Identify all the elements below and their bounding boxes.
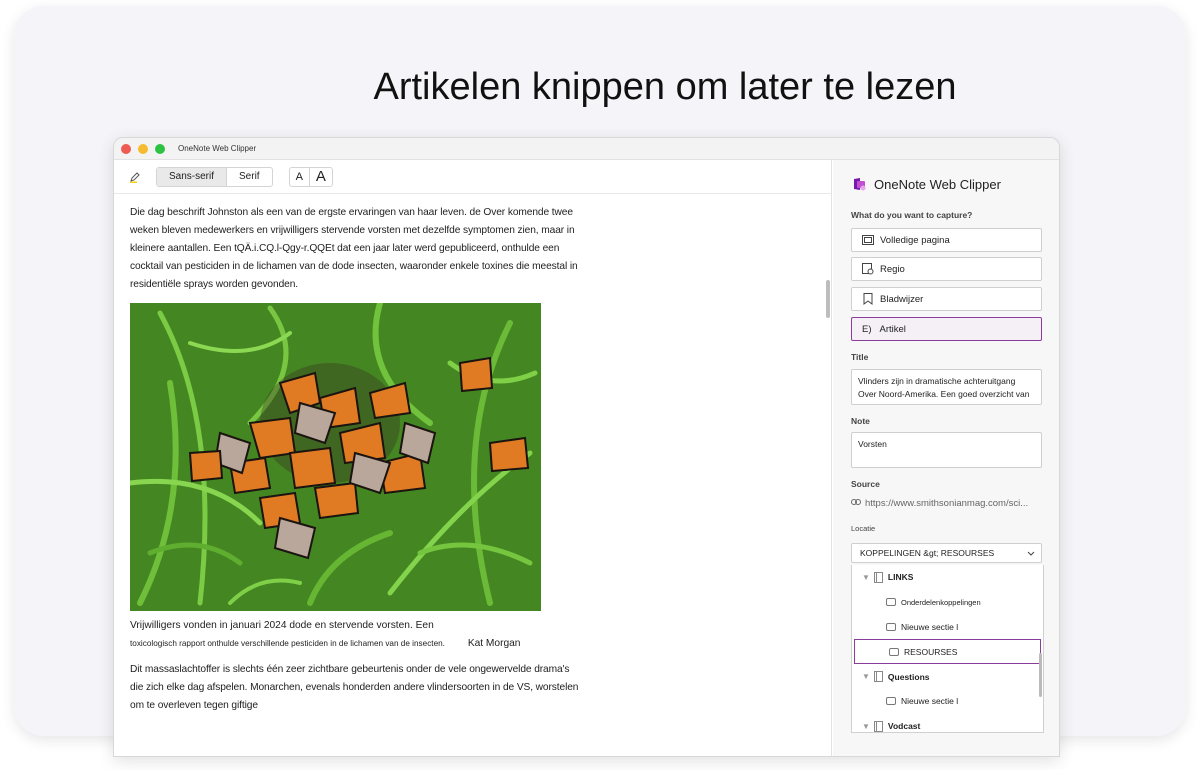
title-field[interactable]: Vlinders zijn in dramatische achteruitga… (851, 369, 1042, 405)
font-toggle: Sans-serif Serif (156, 166, 273, 187)
section-item[interactable]: Onderdelenkoppelingen (852, 590, 1043, 615)
source-url: https://www.smithsonianmag.com/sci... (865, 498, 1029, 509)
article-body: Die dag beschrift Johnston als een van d… (130, 204, 580, 715)
section-item[interactable]: Nieuwe sectie l (852, 689, 1043, 714)
notebook-icon (873, 671, 883, 683)
option-label: Volledige pagina (880, 234, 950, 246)
titlebar: OneNote Web Clipper (114, 138, 1059, 160)
serif-button[interactable]: Serif (227, 168, 272, 186)
link-icon (851, 498, 861, 509)
section-item-resourses[interactable]: RESOURSES (854, 639, 1041, 665)
sans-serif-button[interactable]: Sans-serif (157, 167, 228, 186)
photo-caption: Vrijwilligers vonden in januari 2024 dod… (130, 617, 550, 653)
location-value: KOPPELINGEN &gt; RESOURSES (860, 548, 995, 558)
decrease-font-button[interactable]: A (290, 167, 310, 186)
font-size-toggle: A A (288, 166, 333, 187)
location-dropdown[interactable]: KOPPELINGEN &gt; RESOURSES (851, 543, 1042, 563)
maximize-window-button[interactable] (155, 143, 165, 154)
region-icon (862, 263, 874, 275)
tree-label: Onderdelenkoppelingen (901, 597, 981, 607)
reader-scrollbar[interactable] (826, 280, 830, 318)
close-window-button[interactable] (121, 143, 131, 154)
notebook-item-vodcast[interactable]: ▼ Vodcast (852, 714, 1043, 732)
window-title: OneNote Web Clipper (178, 144, 257, 153)
option-label: Bladwijzer (880, 293, 924, 305)
article-icon: E) (862, 323, 872, 335)
fullpage-icon (862, 234, 874, 246)
highlighter-icon[interactable] (128, 170, 142, 184)
notebook-item-questions[interactable]: ▼ Questions (852, 664, 1043, 689)
expand-triangle-icon[interactable]: ▼ (862, 672, 870, 681)
section-icon (889, 647, 899, 656)
tree-label: Vodcast (887, 721, 921, 732)
clipper-panel: OneNote Web Clipper What do you want to … (833, 160, 1059, 756)
option-label: Artikel (879, 323, 906, 335)
option-region[interactable]: Regio (851, 257, 1042, 281)
location-label: Locatie (851, 524, 876, 533)
tree-label: Questions (887, 671, 930, 682)
title-label: Title (851, 352, 869, 362)
notebook-icon (873, 720, 883, 732)
option-article[interactable]: E) Artikel (851, 317, 1042, 341)
tree-label: RESOURSES (904, 646, 958, 657)
article-paragraph: Dit massaslachtoffer is slechts één zeer… (130, 664, 579, 711)
option-full-page[interactable]: Volledige pagina (851, 228, 1042, 252)
source-link[interactable]: https://www.smithsonianmag.com/sci... (851, 498, 1028, 509)
tree-label: Nieuwe sectie l (901, 621, 959, 632)
caption-text: Vrijwilligers vonden in januari 2024 dod… (130, 620, 434, 631)
option-bookmark[interactable]: Bladwijzer (851, 287, 1042, 311)
butterfly-photo (130, 303, 541, 611)
caption-detail: toxicologisch rapport onthulde verschill… (130, 639, 445, 648)
reader-toolbar: Sans-serif Serif A A (114, 160, 831, 194)
notebook-item-links[interactable]: ▼ LINKS (852, 565, 1043, 590)
option-label: Regio (880, 263, 905, 275)
tree-label: Nieuwe sectie l (901, 696, 959, 707)
expand-triangle-icon[interactable]: ▼ (862, 722, 870, 731)
section-icon (886, 622, 896, 631)
brand: OneNote Web Clipper (851, 176, 1001, 192)
location-tree: ▼ LINKS Onderdelenkoppelingen Nieuwe sec… (851, 565, 1044, 733)
article-paragraph: Die dag beschrift Johnston als een van d… (130, 207, 578, 290)
clipper-window: OneNote Web Clipper Sans-serif Serif A A… (113, 137, 1060, 757)
minimize-window-button[interactable] (138, 143, 148, 154)
section-icon (886, 598, 896, 607)
tree-label: LINKS (887, 572, 914, 583)
headline: Artikelen knippen om later te lezen (373, 66, 957, 108)
bookmark-icon (862, 293, 874, 305)
tree-scrollbar[interactable] (1039, 653, 1042, 697)
capture-label: What do you want to capture? (851, 210, 973, 220)
notebook-icon (873, 571, 883, 583)
expand-triangle-icon[interactable]: ▼ (862, 573, 870, 582)
chevron-down-icon (1027, 548, 1035, 558)
section-icon (886, 697, 896, 706)
onenote-clipper-icon (851, 176, 867, 192)
caption-credit: Kat Morgan (467, 638, 521, 649)
article-preview: Sans-serif Serif A A Die dag beschrift J… (114, 160, 832, 756)
increase-font-button[interactable]: A (310, 168, 332, 186)
section-item[interactable]: Nieuwe sectie l (852, 615, 1043, 640)
note-field[interactable]: Vorsten (851, 432, 1042, 468)
note-label: Note (851, 416, 870, 426)
source-label: Source (851, 479, 880, 489)
brand-name: OneNote Web Clipper (874, 176, 1001, 192)
